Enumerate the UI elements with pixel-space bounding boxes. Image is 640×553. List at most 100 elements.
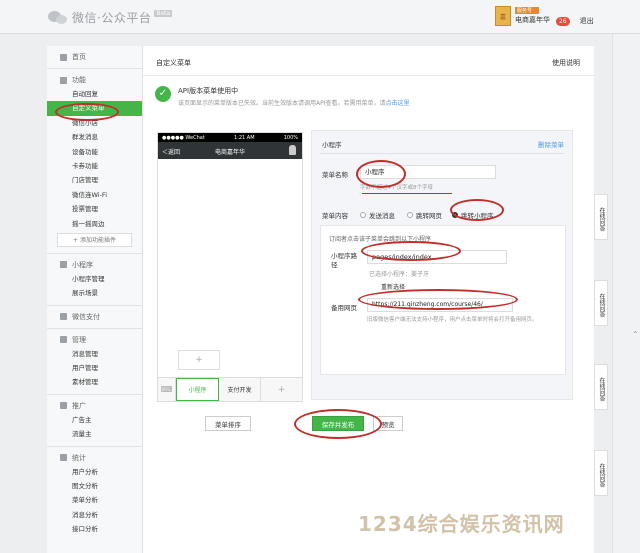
sidebar-home-label: 首页 xyxy=(72,53,86,61)
user-area: 嘉 服务号 电商嘉年华 26 退出 xyxy=(495,6,594,26)
backup-tip: 旧版微信客户端无法支持小程序，用户点击菜单时将会打开备用网页。 xyxy=(367,317,538,323)
online-qa-tab[interactable]: 在线问答 xyxy=(594,280,608,326)
online-qa-tab[interactable]: 在线问答 xyxy=(594,364,608,410)
radio-label: 跳转网页 xyxy=(416,212,442,220)
delete-menu-link[interactable]: 删除菜单 xyxy=(538,139,564,149)
add-menu-button[interactable]: + xyxy=(261,378,302,401)
save-publish-button[interactable]: 保存并发布 xyxy=(312,416,364,431)
section-title: 微信支付 xyxy=(72,312,100,321)
section-title: 管理 xyxy=(72,335,86,344)
menu-item-pay-dev[interactable]: 支付开发 xyxy=(219,378,261,401)
phone-nav-bar: ＜返回 电商嘉年华 xyxy=(158,142,302,159)
main-panel: 自定义菜单 使用说明 ✓ API版本菜单使用中 该页面显示的菜单版本已失效。当前… xyxy=(143,46,594,553)
message-count-badge[interactable]: 26 xyxy=(556,16,570,26)
carrier-text: ●●●●● WeChat xyxy=(162,134,205,141)
sidebar-item-api-analysis[interactable]: 接口分析 xyxy=(47,522,142,536)
sidebar-item-user-analysis[interactable]: 用户分析 xyxy=(47,465,142,479)
sidebar-item-custom-menu[interactable]: 自定义菜单 xyxy=(47,101,142,116)
beta-badge: Beta xyxy=(154,10,173,17)
sidebar-item-store-manage[interactable]: 门店管理 xyxy=(47,173,142,187)
sidebar-section-mini-program: 小程序 xyxy=(47,258,142,272)
add-submenu-button[interactable]: + xyxy=(178,350,220,370)
divider xyxy=(320,153,564,154)
sidebar-item-users[interactable]: 用户管理 xyxy=(47,361,142,375)
wechat-logo[interactable]: 微信·公众平台 Beta xyxy=(48,8,173,26)
notice-link[interactable]: 点击这里 xyxy=(386,100,410,107)
online-qa-tab[interactable]: 在线问答 xyxy=(594,450,608,496)
sub-tip: 订阅者点击该子菜单会跳到以下小程序 xyxy=(329,236,432,243)
sidebar-item-home[interactable]: 首页 xyxy=(47,48,142,66)
radio-send-message[interactable]: 发送消息 xyxy=(360,210,395,220)
phone-menu-bar: ⌨ 小程序 支付开发 + xyxy=(158,377,302,401)
right-gutter xyxy=(612,34,640,553)
menu-name-input[interactable]: 小程序 xyxy=(360,165,496,179)
menu-sort-button[interactable]: 菜单排序 xyxy=(205,416,251,431)
radio-dot xyxy=(407,212,413,218)
phone-status-bar: ●●●●● WeChat 1:21 AM 100% xyxy=(158,133,302,142)
expand-icon[interactable]: ⌃ xyxy=(632,330,639,339)
sidebar-item-wechat-store[interactable]: 微信小店 xyxy=(47,116,142,130)
radio-jump-mini-program[interactable]: 跳转小程序 xyxy=(452,210,494,220)
time-text: 1:21 AM xyxy=(233,134,255,141)
home-icon xyxy=(60,53,67,61)
path-input[interactable]: pages/index/index xyxy=(367,250,507,264)
reselect-button[interactable]: 重新选择 xyxy=(381,282,405,291)
watermark: 1234综合娱乐资讯网 xyxy=(358,512,565,536)
api-notice: ✓ API版本菜单使用中 该页面显示的菜单版本已失效。当前生效版本请调用API查… xyxy=(155,86,410,107)
sidebar-item-auto-reply[interactable]: 自动回复 xyxy=(47,87,142,101)
top-bar: 微信·公众平台 Beta 嘉 服务号 电商嘉年华 26 退出 xyxy=(0,0,640,34)
preview-button[interactable]: 预览 xyxy=(373,416,403,431)
selected-app: 已选择小程序：姜子牙 xyxy=(369,271,430,278)
sidebar-item-vote[interactable]: 投票管理 xyxy=(47,202,142,216)
sidebar: 首页 功能 自动回复 自定义菜单 微信小店 群发消息 设备功能 卡券功能 门店管… xyxy=(47,46,143,553)
sidebar-item-device[interactable]: 设备功能 xyxy=(47,145,142,159)
menu-item-mini-program[interactable]: 小程序 xyxy=(176,378,219,401)
mini-program-settings: 订阅者点击该子菜单会跳到以下小程序 小程序路径 pages/index/inde… xyxy=(320,225,566,375)
battery-text: 100% xyxy=(283,134,298,141)
sidebar-item-advertiser[interactable]: 广告主 xyxy=(47,413,142,427)
logo-text: 微信·公众平台 xyxy=(72,10,152,25)
section-title: 统计 xyxy=(72,453,86,462)
sidebar-item-scenes[interactable]: 展示场景 xyxy=(47,286,142,300)
help-link[interactable]: 使用说明 xyxy=(552,58,580,68)
backup-label: 备用网页 xyxy=(331,304,357,312)
sidebar-item-mini-program-manage[interactable]: 小程序管理 xyxy=(47,272,142,286)
stats-icon xyxy=(60,454,67,462)
pay-icon xyxy=(60,313,67,321)
sidebar-item-materials[interactable]: 素材管理 xyxy=(47,375,142,389)
notice-desc: 该页面显示的菜单版本已失效。当前生效版本请调用API查看。若需用菜单，请点击这里 xyxy=(178,98,410,107)
add-plugin-button[interactable]: + 添加功能插件 xyxy=(57,232,132,247)
mini-program-icon xyxy=(60,261,67,269)
section-title: 小程序 xyxy=(72,260,93,269)
keyboard-icon: ⌨ xyxy=(158,378,176,401)
sidebar-section-function: 功能 xyxy=(47,73,142,87)
user-icon xyxy=(289,145,296,155)
sidebar-item-publisher[interactable]: 流量主 xyxy=(47,427,142,441)
editor-title: 小程序 xyxy=(322,141,342,149)
online-qa-tab[interactable]: 在线问答 xyxy=(594,194,608,240)
sidebar-item-messages[interactable]: 消息管理 xyxy=(47,347,142,361)
phone-preview: ●●●●● WeChat 1:21 AM 100% ＜返回 电商嘉年华 + ⌨ … xyxy=(157,132,303,402)
sidebar-item-wifi[interactable]: 微信连Wi-Fi xyxy=(47,188,142,202)
sidebar-item-coupon[interactable]: 卡券功能 xyxy=(47,159,142,173)
radio-dot-selected xyxy=(452,212,458,218)
section-title: 功能 xyxy=(72,76,86,84)
sidebar-item-shake[interactable]: 摇一摇周边 xyxy=(47,217,142,231)
name-tip: 字数不超过4个汉字或8个字母 xyxy=(360,185,433,191)
radio-dot xyxy=(360,212,366,218)
sidebar-item-message-analysis[interactable]: 消息分析 xyxy=(47,508,142,522)
logout-link[interactable]: 退出 xyxy=(580,16,594,26)
account-name[interactable]: 电商嘉年华 xyxy=(515,15,550,25)
path-label: 小程序路径 xyxy=(331,252,357,269)
radio-label: 发送消息 xyxy=(369,212,395,220)
sidebar-item-menu-analysis[interactable]: 菜单分析 xyxy=(47,493,142,507)
sidebar-item-mass-message[interactable]: 群发消息 xyxy=(47,130,142,144)
main-header: 自定义菜单 使用说明 xyxy=(143,46,594,76)
sidebar-item-article-analysis[interactable]: 图文分析 xyxy=(47,479,142,493)
radio-jump-web[interactable]: 跳转网页 xyxy=(407,210,442,220)
page-title: 自定义菜单 xyxy=(156,59,191,67)
sidebar-section-pay[interactable]: 微信支付 xyxy=(47,310,142,324)
promote-icon xyxy=(60,402,67,410)
account-avatar[interactable]: 嘉 xyxy=(495,6,511,26)
backup-url-input[interactable]: https://211.qinzheng.com/course/46/ xyxy=(367,298,513,312)
